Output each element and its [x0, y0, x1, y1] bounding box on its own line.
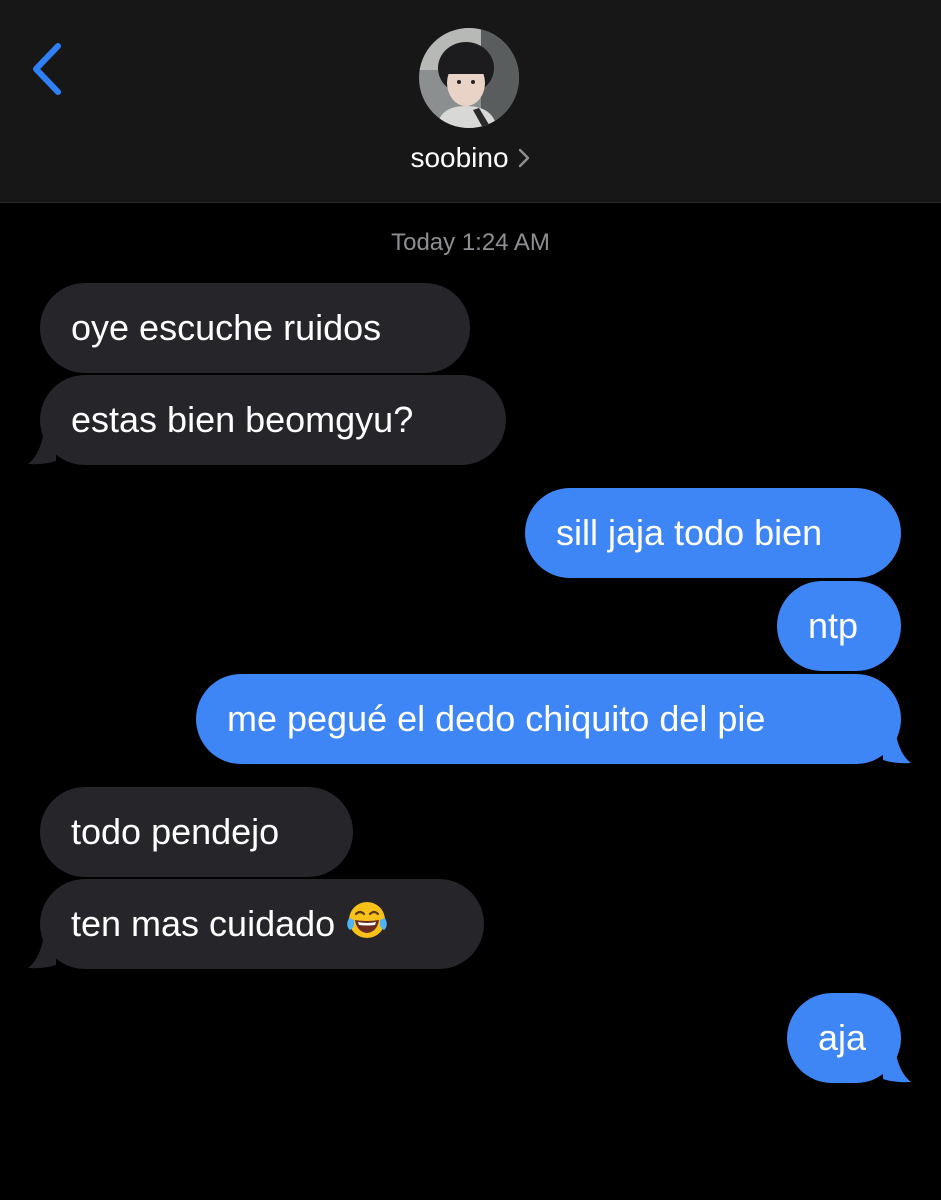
message-timestamp: Today 1:24 AM — [391, 229, 550, 256]
contact-name: soobino — [410, 142, 509, 173]
contact-details-link[interactable]: soobino — [0, 138, 941, 180]
message-text: estas bien beomgyu? — [71, 399, 414, 440]
face-with-tears-of-joy-icon — [347, 902, 387, 938]
message-bubble-outgoing[interactable]: me pegué el dedo chiquito del pie — [196, 674, 901, 764]
message-text: oye escuche ruidos — [71, 307, 382, 348]
message-text: me pegué el dedo chiquito del pie — [227, 698, 766, 739]
bubble-tail — [883, 1049, 911, 1083]
message-bubble-incoming[interactable]: todo pendejo — [40, 787, 353, 877]
bubble-tail — [28, 431, 56, 465]
avatar[interactable] — [419, 28, 519, 128]
message-bubble-incoming[interactable]: estas bien beomgyu? — [40, 375, 506, 465]
conversation-header: soobino — [0, 0, 941, 203]
message-bubble-incoming[interactable]: ten mas cuidado — [40, 879, 484, 969]
chevron-right-icon — [517, 140, 531, 180]
message-text: sill jaja todo bien — [556, 512, 823, 553]
bubble-tail — [883, 730, 911, 764]
message-text: ten mas cuidado — [71, 903, 336, 944]
back-button[interactable] — [22, 36, 74, 102]
message-bubble-incoming[interactable]: oye escuche ruidos — [40, 283, 470, 373]
message-text: ntp — [808, 605, 859, 646]
message-text: todo pendejo — [71, 811, 280, 852]
message-text: aja — [818, 1017, 867, 1058]
chevron-left-icon — [33, 43, 61, 95]
bubble-tail — [28, 935, 56, 969]
message-bubble-outgoing[interactable]: sill jaja todo bien — [525, 488, 901, 578]
message-bubble-outgoing[interactable]: ntp — [777, 581, 901, 671]
